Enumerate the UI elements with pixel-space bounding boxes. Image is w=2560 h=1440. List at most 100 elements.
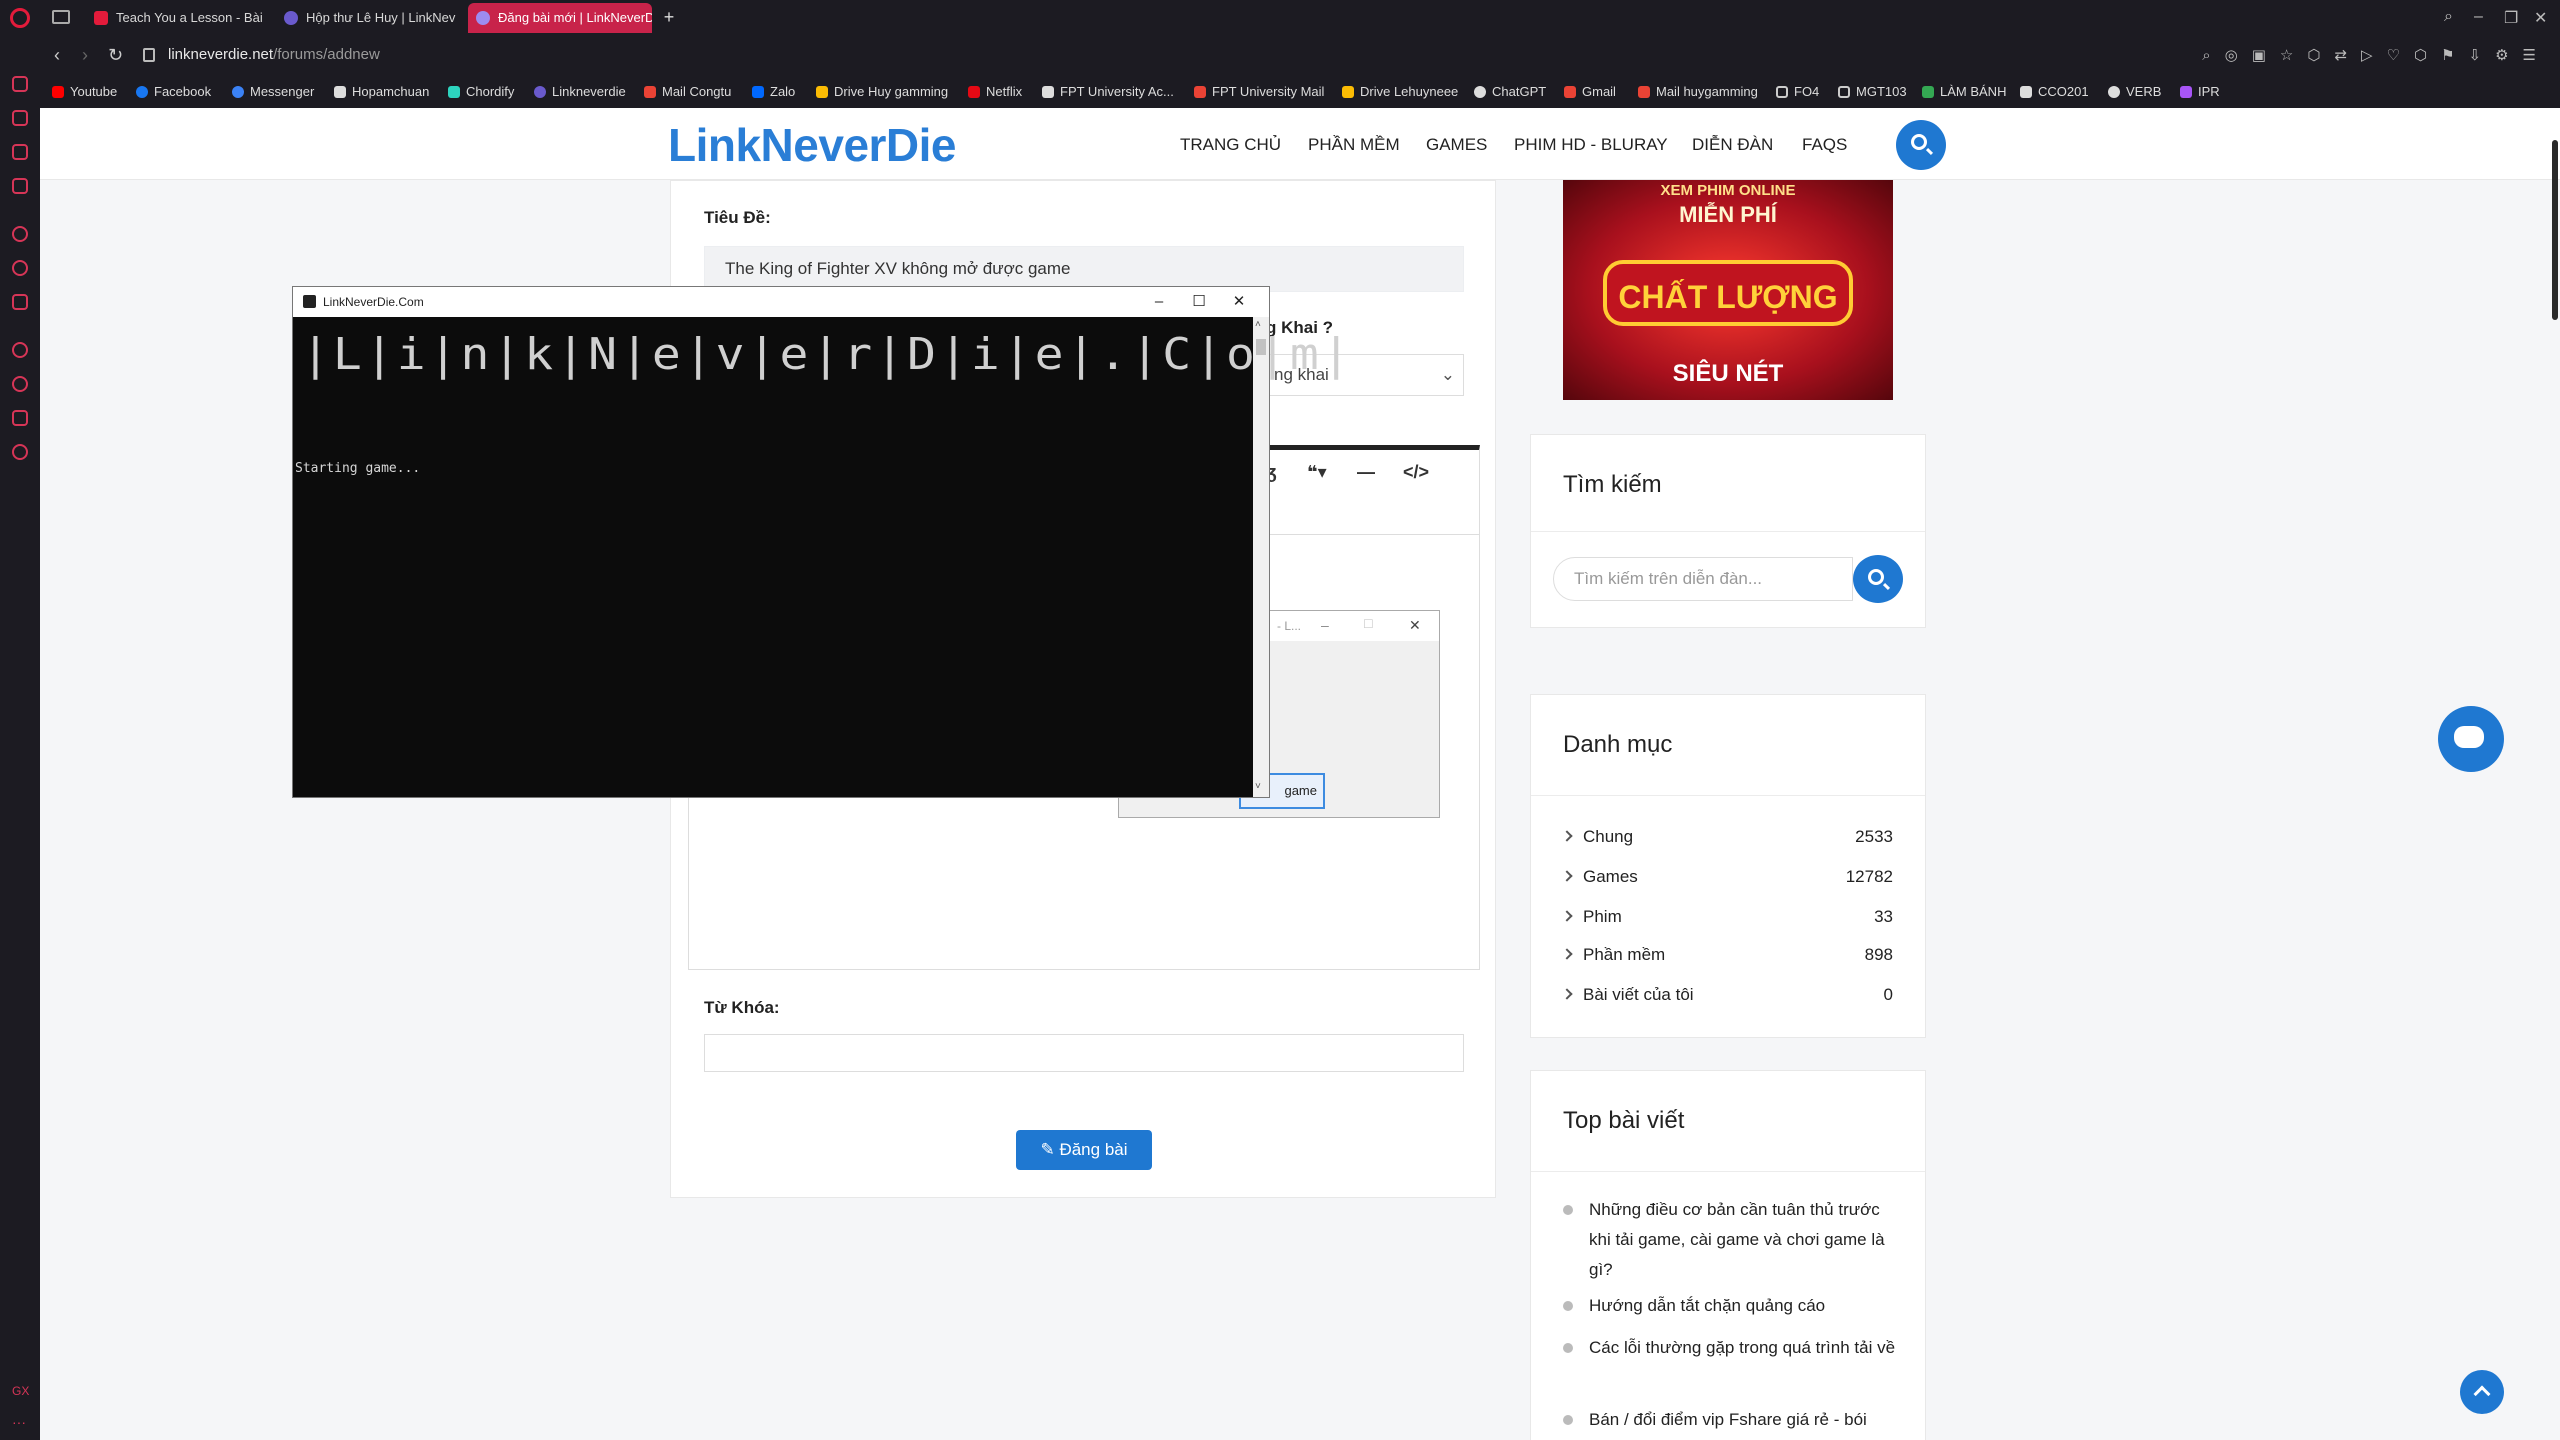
restore-window-icon[interactable]: ❐ [2504, 8, 2518, 28]
forward-arrow-icon[interactable]: › [82, 46, 88, 64]
page-scrollbar[interactable] [2552, 140, 2558, 320]
console-close-icon[interactable]: ✕ [1219, 289, 1259, 315]
bookmark-folder-mgt103[interactable]: MGT103 [1838, 84, 1907, 99]
bookmark-verb[interactable]: VERB [2108, 84, 2161, 99]
tab-teach-you-a-lesson[interactable]: Teach You a Lesson - Bài [86, 3, 266, 33]
header-search-button[interactable] [1896, 120, 1946, 170]
search-tabs-icon[interactable]: ⌕ [2444, 8, 2453, 26]
scroll-to-top-button[interactable] [2460, 1370, 2504, 1414]
nav-faqs[interactable]: FAQS [1802, 135, 1847, 155]
bookmark-hopamchuan[interactable]: Hopamchuan [334, 84, 429, 99]
tab-new-post[interactable]: Đăng bài mới | LinkNeverD [468, 3, 652, 33]
browser-tab-bar: Teach You a Lesson - Bài Hộp thư Lê Huy … [0, 0, 2560, 36]
settings-icon[interactable] [12, 342, 28, 358]
reload-icon[interactable]: ↻ [108, 46, 123, 64]
extensions-icon[interactable] [12, 410, 28, 426]
messenger-icon[interactable] [12, 260, 28, 276]
dialog-maximize-icon[interactable]: ☐ [1363, 617, 1374, 631]
bookmark-zalo[interactable]: Zalo [752, 84, 795, 99]
scroll-down-icon[interactable]: ˅ [1255, 781, 1261, 792]
horizontal-rule-icon[interactable]: — [1357, 462, 1375, 483]
bookmark-mail-congtu[interactable]: Mail Congtu [644, 84, 731, 99]
chevron-right-icon [1561, 870, 1573, 882]
forum-search-button[interactable] [1853, 555, 1903, 603]
bookmark-fpt-mail[interactable]: FPT University Mail [1194, 84, 1324, 99]
url-field[interactable]: linkneverdie.net/forums/addnew [168, 46, 380, 63]
nav-phim-hd[interactable]: PHIM HD - BLURAY [1514, 135, 1668, 155]
console-titlebar[interactable]: LinkNeverDie.Com – ☐ ✕ [293, 287, 1269, 317]
bookmark-mail-huygamming[interactable]: Mail huygamming [1638, 84, 1758, 99]
bookmark-drive-huy[interactable]: Drive Huy gamming [816, 84, 948, 99]
category-item-games[interactable]: Games 12782 [1561, 867, 1893, 887]
lock-icon[interactable] [143, 48, 155, 62]
top-post-item[interactable]: Hướng dẫn tắt chặn quảng cáo [1563, 1291, 1903, 1321]
back-arrow-icon[interactable]: ‹ [54, 46, 60, 64]
url-path: /forums/addnew [273, 46, 380, 63]
movie-ad-banner[interactable]: XEM PHIM ONLINE MIỄN PHÍ CHẤT LƯỢNG SIÊU… [1563, 180, 1893, 400]
bookmark-youtube[interactable]: Youtube [52, 84, 117, 99]
gx-corner-icon[interactable]: GX [12, 1384, 29, 1400]
category-count: 2533 [1855, 827, 1893, 846]
nav-phan-mem[interactable]: PHẦN MỀM [1308, 135, 1400, 155]
category-item-chung[interactable]: Chung 2533 [1561, 827, 1893, 847]
bookmark-messenger[interactable]: Messenger [232, 84, 314, 99]
more-options-icon[interactable]: ··· [12, 1414, 28, 1430]
minimize-window-icon[interactable]: – [2474, 8, 2483, 26]
gear-icon[interactable] [12, 444, 28, 460]
bookmarks-icon[interactable] [12, 178, 28, 194]
nav-trang-chu[interactable]: TRANG CHỦ [1180, 135, 1281, 155]
x-twitter-icon[interactable] [12, 294, 28, 310]
nav-games[interactable]: GAMES [1426, 135, 1487, 155]
category-item-phim[interactable]: Phim 33 [1561, 907, 1893, 927]
tab-islands-icon[interactable] [52, 10, 70, 24]
page-icon [2108, 86, 2120, 98]
code-icon[interactable]: </> [1403, 462, 1429, 483]
banner-line2: MIỄN PHÍ [1679, 202, 1777, 227]
top-post-item[interactable]: Những điều cơ bản cần tuân thủ trước khi… [1563, 1195, 1903, 1285]
history-icon[interactable] [12, 376, 28, 392]
category-item-phan-mem[interactable]: Phần mềm 898 [1561, 945, 1893, 965]
crypto-wallet-icon[interactable] [12, 110, 28, 126]
browser-toolbar-icons[interactable]: ⌕◎▣☆⬡⇄▷♡⬡⚑⇩⚙☰ [2202, 46, 2550, 64]
workspace-icon[interactable] [12, 144, 28, 160]
bookmark-folder-fo4[interactable]: FO4 [1776, 84, 1819, 99]
bookmark-drive-lehuyneee[interactable]: Drive Lehuyneee [1342, 84, 1458, 99]
top-post-item[interactable]: Bán / đổi điểm vip Fshare giá rẻ - bói [1563, 1405, 1903, 1435]
nav-dien-dan[interactable]: DIỄN ĐÀN [1692, 135, 1773, 155]
tab-mailbox[interactable]: Hộp thư Lê Huy | LinkNev [276, 3, 460, 33]
bookmark-lam-banh[interactable]: LÀM BÁNH [1922, 84, 2006, 99]
quote-icon[interactable]: ❝▾ [1307, 462, 1327, 483]
console-maximize-icon[interactable]: ☐ [1179, 289, 1219, 315]
chat-button[interactable] [2438, 706, 2504, 772]
bookmark-linkneverdie[interactable]: Linkneverdie [534, 84, 626, 99]
scroll-thumb[interactable] [1256, 339, 1266, 355]
console-minimize-icon[interactable]: – [1139, 289, 1179, 315]
opera-logo-icon[interactable] [10, 8, 30, 28]
close-window-icon[interactable]: ✕ [2534, 8, 2547, 28]
console-scrollbar[interactable]: ˄ ˅ [1253, 317, 1269, 797]
address-bar: ‹ › ↻ linkneverdie.net/forums/addnew ⌕◎▣… [0, 36, 2560, 76]
top-post-item[interactable]: Các lỗi thường gặp trong quá trình tải v… [1563, 1333, 1903, 1363]
submit-post-button[interactable]: ✎ Đăng bài [1016, 1130, 1152, 1170]
bookmark-fpt-academic[interactable]: FPT University Ac... [1042, 84, 1174, 99]
bookmark-facebook[interactable]: Facebook [136, 84, 211, 99]
bullet-icon [1563, 1301, 1573, 1311]
keywords-input[interactable] [704, 1034, 1464, 1072]
instagram-icon[interactable] [12, 226, 28, 242]
scroll-up-icon[interactable]: ˄ [1255, 319, 1261, 330]
page-icon [1042, 86, 1054, 98]
bookmark-netflix[interactable]: Netflix [968, 84, 1022, 99]
forum-search-input[interactable]: Tìm kiếm trên diễn đàn... [1553, 557, 1853, 601]
category-item-my-posts[interactable]: Bài viết của tôi 0 [1561, 985, 1893, 1005]
console-ascii-banner: |L|i|n|k|N|e|v|e|r|D|i|e|.|C|o|m| [301, 329, 1354, 380]
bookmark-chatgpt[interactable]: ChatGPT [1474, 84, 1546, 99]
bookmark-ipr[interactable]: IPR [2180, 84, 2220, 99]
dialog-close-icon[interactable]: ✕ [1409, 617, 1421, 634]
bookmark-chordify[interactable]: Chordify [448, 84, 514, 99]
site-logo[interactable]: LinkNeverDie [668, 118, 957, 172]
new-tab-plus-icon[interactable]: + [660, 8, 678, 26]
bookmark-cco201[interactable]: CCO201 [2020, 84, 2089, 99]
bookmark-gmail[interactable]: Gmail [1564, 84, 1616, 99]
aria-icon[interactable] [12, 76, 28, 92]
dialog-minimize-icon[interactable]: – [1321, 617, 1329, 633]
